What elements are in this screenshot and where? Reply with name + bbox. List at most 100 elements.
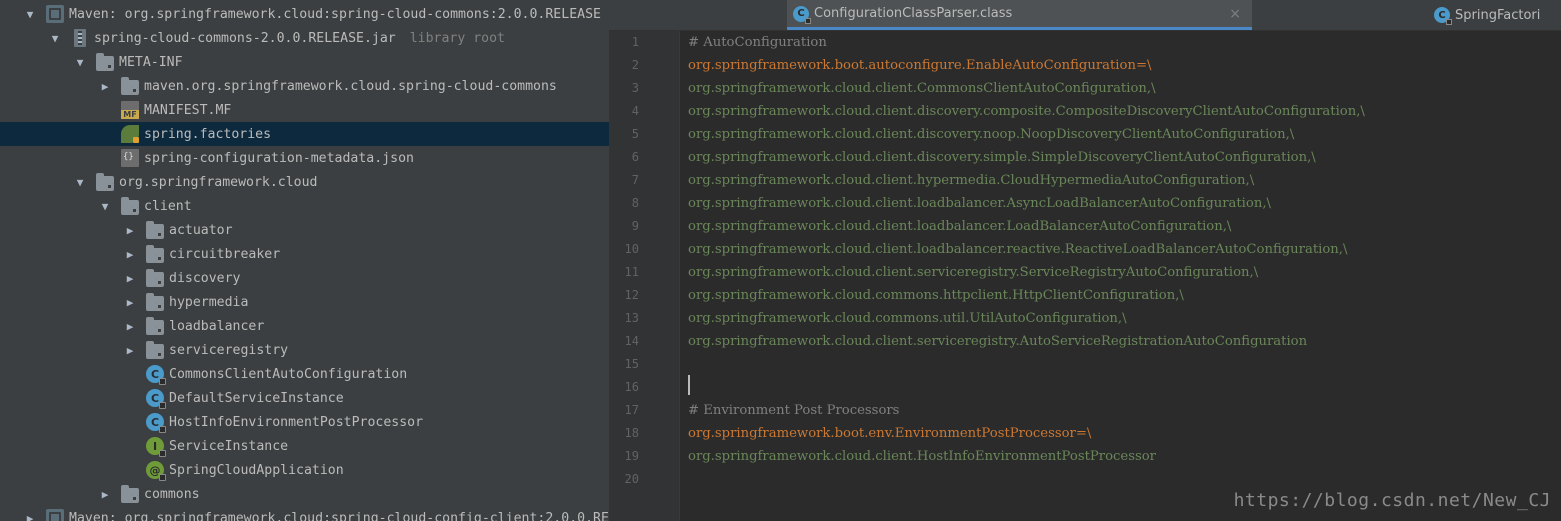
tree-node-metadata-json[interactable]: {} spring-configuration-metadata.json [0, 146, 609, 170]
line-number: 17 [624, 403, 639, 417]
line-number-gutter: 1 2 3 4 5 6 7 8 9 10 11 12 13 14 15 16 17 18 19 20 [609, 31, 680, 521]
code-editor[interactable]: # AutoConfiguration org.springframework.b… [680, 31, 1561, 521]
package-icon [146, 316, 164, 335]
tree-node-label: client [144, 198, 192, 214]
tree-node-meta-inf[interactable]: ▼ META-INF [0, 50, 609, 74]
code-line[interactable]: org.springframework.cloud.client.discove… [688, 100, 1365, 123]
text-caret [688, 375, 690, 395]
package-icon [121, 484, 139, 503]
line-number: 2 [631, 58, 639, 72]
tree-node-service-instance[interactable]: I ServiceInstance [0, 434, 609, 458]
tab-configuration-class-parser[interactable]: C ConfigurationClassParser.class × [787, 0, 1252, 30]
tab-label: SpringFactori [1455, 7, 1541, 23]
chevron-right-icon[interactable]: ▶ [124, 320, 136, 333]
line-number: 18 [624, 426, 639, 440]
chevron-down-icon[interactable]: ▼ [74, 56, 86, 69]
tree-node-label: spring-configuration-metadata.json [144, 150, 414, 166]
chevron-right-icon[interactable]: ▶ [124, 248, 136, 261]
tree-node-label: Maven: org.springframework.cloud:spring-… [69, 6, 601, 22]
close-icon[interactable]: × [1229, 6, 1241, 22]
line-number: 20 [624, 472, 639, 486]
code-line[interactable]: org.springframework.cloud.client.discove… [688, 146, 1316, 169]
chevron-right-icon[interactable]: ▶ [124, 344, 136, 357]
editor-tab-bar: C ConfigurationClassParser.class × C Spr… [609, 0, 1561, 31]
code-line[interactable]: org.springframework.boot.env.Environment… [688, 422, 1091, 445]
package-icon [146, 268, 164, 287]
maven-library-icon [46, 509, 64, 521]
maven-library-icon [46, 5, 64, 23]
line-number: 10 [624, 242, 639, 256]
tree-node-jar[interactable]: ▼ spring-cloud-commons-2.0.0.RELEASE.jar… [0, 26, 609, 50]
chevron-down-icon[interactable]: ▼ [74, 176, 86, 189]
tree-node-package-cloud[interactable]: ▼ org.springframework.cloud [0, 170, 609, 194]
code-line[interactable]: # AutoConfiguration [688, 31, 827, 54]
tree-node-spring-factories[interactable]: spring.factories [0, 122, 609, 146]
tree-node-label: serviceregistry [169, 342, 289, 358]
tab-spring-factories-loader[interactable]: C SpringFactori [1434, 0, 1561, 30]
tree-node-maven-config-client[interactable]: ▶ Maven: org.springframework.cloud:sprin… [0, 506, 609, 521]
tree-node-label: hypermedia [169, 294, 249, 310]
code-line[interactable]: org.springframework.cloud.client.HostInf… [688, 445, 1156, 468]
chevron-right-icon[interactable]: ▶ [24, 512, 36, 521]
tree-node-label: DefaultServiceInstance [169, 390, 344, 406]
line-number: 5 [631, 127, 639, 141]
code-line[interactable]: org.springframework.cloud.commons.httpcl… [688, 284, 1184, 307]
code-line[interactable]: org.springframework.cloud.client.loadbal… [688, 192, 1271, 215]
spring-leaf-icon [121, 125, 139, 143]
code-line[interactable]: org.springframework.cloud.client.hyperme… [688, 169, 1254, 192]
code-line[interactable]: org.springframework.cloud.client.service… [688, 261, 1258, 284]
tree-node-label: loadbalancer [169, 318, 265, 334]
package-icon [146, 340, 164, 359]
class-icon: C [146, 389, 166, 409]
class-icon: C [146, 365, 166, 385]
watermark: https://blog.csdn.net/New_CJ [1233, 490, 1551, 511]
line-number: 14 [624, 334, 639, 348]
code-line[interactable]: org.springframework.cloud.client.discove… [688, 123, 1294, 146]
jar-icon [74, 29, 86, 47]
tree-node-label: spring-cloud-commons-2.0.0.RELEASE.jar [94, 30, 396, 46]
project-tree[interactable]: ▼ Maven: org.springframework.cloud:sprin… [0, 0, 609, 521]
tree-node-spring-cloud-application[interactable]: @ SpringCloudApplication [0, 458, 609, 482]
code-line[interactable]: org.springframework.cloud.client.loadbal… [688, 238, 1347, 261]
line-number: 12 [624, 288, 639, 302]
tree-node-label: CommonsClientAutoConfiguration [169, 366, 408, 382]
tree-node-actuator[interactable]: ▶ actuator [0, 218, 609, 242]
chevron-down-icon[interactable]: ▼ [24, 8, 36, 21]
interface-icon: I [146, 437, 166, 457]
tree-node-label: META-INF [119, 54, 183, 70]
tree-node-maven-commons[interactable]: ▼ Maven: org.springframework.cloud:sprin… [0, 2, 609, 26]
chevron-right-icon[interactable]: ▶ [124, 296, 136, 309]
line-number: 19 [624, 449, 639, 463]
code-line[interactable]: org.springframework.cloud.client.service… [688, 330, 1307, 353]
tree-node-label: commons [144, 486, 200, 502]
package-icon [121, 196, 139, 215]
chevron-right-icon[interactable]: ▶ [124, 272, 136, 285]
tree-node-hypermedia[interactable]: ▶ hypermedia [0, 290, 609, 314]
chevron-right-icon[interactable]: ▶ [99, 488, 111, 501]
tree-node-discovery[interactable]: ▶ discovery [0, 266, 609, 290]
code-line[interactable]: org.springframework.cloud.client.Commons… [688, 77, 1156, 100]
tree-node-manifest[interactable]: MF MANIFEST.MF [0, 98, 609, 122]
chevron-down-icon[interactable]: ▼ [99, 200, 111, 213]
tree-node-client[interactable]: ▼ client [0, 194, 609, 218]
line-number: 1 [631, 35, 639, 49]
line-number: 11 [624, 265, 639, 279]
tree-node-commons[interactable]: ▶ commons [0, 482, 609, 506]
chevron-right-icon[interactable]: ▶ [124, 224, 136, 237]
code-line[interactable]: # Environment Post Processors [688, 399, 899, 422]
chevron-right-icon[interactable]: ▶ [99, 80, 111, 93]
line-number: 3 [631, 81, 639, 95]
tree-node-maven-folder[interactable]: ▶ maven.org.springframework.cloud.spring… [0, 74, 609, 98]
tree-node-commons-client-autoconfig[interactable]: C CommonsClientAutoConfiguration [0, 362, 609, 386]
tree-node-hostinfo-env-post-processor[interactable]: C HostInfoEnvironmentPostProcessor [0, 410, 609, 434]
tree-node-serviceregistry[interactable]: ▶ serviceregistry [0, 338, 609, 362]
chevron-down-icon[interactable]: ▼ [49, 32, 61, 45]
code-line[interactable]: org.springframework.cloud.client.loadbal… [688, 215, 1231, 238]
tree-node-circuitbreaker[interactable]: ▶ circuitbreaker [0, 242, 609, 266]
line-number: 9 [631, 219, 639, 233]
class-icon: C [1434, 7, 1452, 25]
tree-node-loadbalancer[interactable]: ▶ loadbalancer [0, 314, 609, 338]
code-line[interactable]: org.springframework.boot.autoconfigure.E… [688, 54, 1151, 77]
tree-node-default-service-instance[interactable]: C DefaultServiceInstance [0, 386, 609, 410]
code-line[interactable]: org.springframework.cloud.commons.util.U… [688, 307, 1127, 330]
